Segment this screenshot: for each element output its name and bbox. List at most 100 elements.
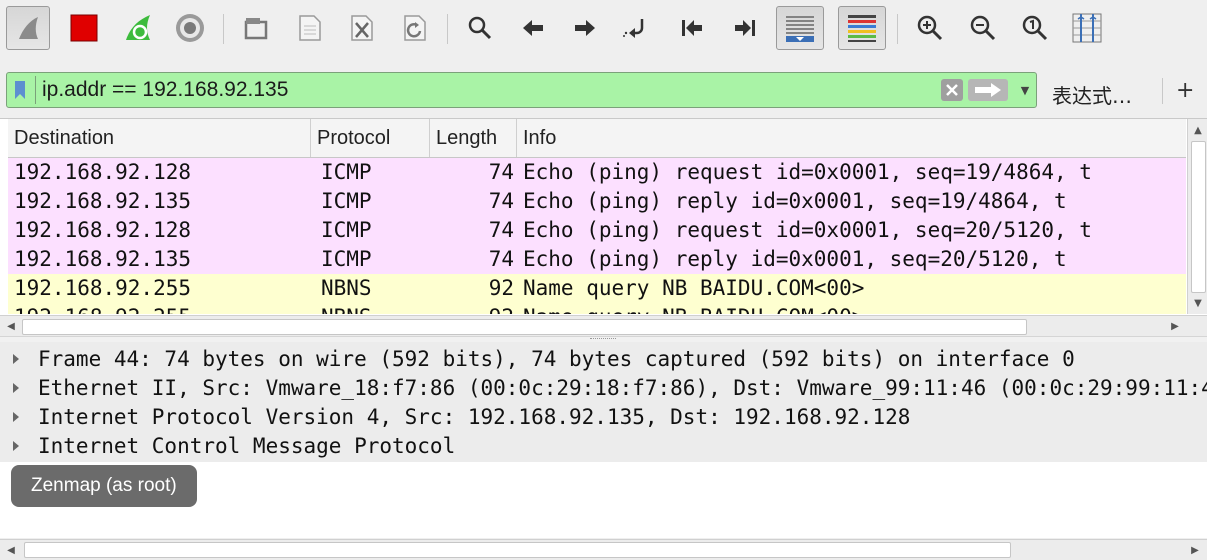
cell-info: Echo (ping) reply id=0x0001, seq=19/4864… — [523, 189, 1067, 213]
column-header-length[interactable]: Length — [430, 119, 517, 157]
cell-destination: 192.168.92.135 — [14, 189, 192, 213]
reload-icon — [404, 15, 426, 41]
scroll-left-icon[interactable]: ◀ — [2, 541, 20, 559]
table-row[interactable]: 192.168.92.128 ICMP 74 Echo (ping) reque… — [8, 158, 1186, 187]
cell-length: 92 — [488, 276, 514, 300]
scrollbar-thumb[interactable] — [1191, 141, 1206, 293]
find-packet-button[interactable] — [458, 6, 502, 50]
stop-square-icon — [70, 14, 98, 42]
bookmark-icon[interactable] — [15, 81, 25, 99]
cell-destination: 192.168.92.128 — [14, 218, 192, 242]
clear-filter-button[interactable] — [941, 79, 963, 101]
cell-info: Echo (ping) request id=0x0001, seq=20/51… — [523, 218, 1092, 242]
scroll-down-icon[interactable]: ▼ — [1189, 294, 1207, 312]
tree-item-label: Frame 44: 74 bytes on wire (592 bits), 7… — [38, 347, 1075, 371]
cell-length: 74 — [488, 247, 514, 271]
go-to-packet-icon — [623, 19, 644, 38]
colorize-icon — [848, 15, 876, 42]
zoom-out-icon — [970, 15, 996, 41]
packet-list: Destination Protocol Length Info 192.168… — [0, 118, 1207, 338]
add-filter-button[interactable]: + — [1176, 78, 1194, 103]
apply-filter-button[interactable] — [968, 79, 1008, 101]
tooltip: Zenmap (as root) — [11, 465, 197, 507]
cell-protocol: NBNS — [321, 305, 372, 314]
cell-destination: 192.168.92.255 — [14, 276, 192, 300]
zoom-in-icon — [917, 15, 943, 41]
go-forward-button[interactable] — [563, 6, 607, 50]
resize-columns-icon — [1072, 13, 1102, 43]
gear-icon — [176, 14, 204, 42]
details-horizontal-scrollbar[interactable]: ◀ ▶ — [0, 539, 1207, 560]
shark-fin-icon — [19, 17, 38, 39]
open-file-button[interactable] — [234, 6, 278, 50]
packet-details-pane: Frame 44: 74 bytes on wire (592 bits), 7… — [0, 342, 1207, 538]
scroll-left-icon[interactable]: ◀ — [2, 317, 20, 335]
toolbar-separator — [447, 14, 448, 44]
tree-item-label: Internet Control Message Protocol — [38, 434, 456, 458]
restart-fin-icon — [126, 15, 150, 40]
expand-triangle-icon[interactable] — [13, 354, 19, 364]
expression-button[interactable]: 表达式… — [1052, 80, 1132, 109]
arrow-right-icon — [575, 20, 595, 36]
packet-list-horizontal-scrollbar[interactable]: ◀ ▶ — [0, 315, 1207, 338]
toolbar-separator — [223, 14, 224, 44]
go-last-button[interactable] — [723, 6, 767, 50]
arrow-left-icon — [523, 20, 543, 36]
filter-separator — [35, 76, 36, 104]
scroll-right-icon[interactable]: ▶ — [1166, 317, 1184, 335]
go-back-button[interactable] — [511, 6, 555, 50]
splitter-grip-icon[interactable] — [590, 338, 616, 341]
expand-triangle-icon[interactable] — [13, 412, 19, 422]
table-row[interactable]: 192.168.92.128 ICMP 74 Echo (ping) reque… — [8, 216, 1186, 245]
packet-list-header: Destination Protocol Length Info — [8, 119, 1186, 158]
table-row[interactable]: 192.168.92.255 NBNS 92 Name query NB BAI… — [8, 303, 1186, 314]
cell-protocol: NBNS — [321, 276, 372, 300]
expand-triangle-icon[interactable] — [13, 441, 19, 451]
tree-item-icmp[interactable]: Internet Control Message Protocol — [0, 431, 1207, 460]
column-header-destination[interactable]: Destination — [8, 119, 311, 157]
scrollbar-thumb[interactable] — [22, 319, 1027, 335]
column-header-info[interactable]: Info — [517, 119, 1186, 157]
cell-length: 92 — [428, 305, 514, 314]
zoom-out-button[interactable] — [961, 6, 1005, 50]
cell-destination: 192.168.92.128 — [14, 160, 192, 184]
cell-protocol: ICMP — [321, 189, 372, 213]
scroll-right-icon[interactable]: ▶ — [1186, 541, 1204, 559]
scrollbar-thumb[interactable] — [24, 542, 1011, 558]
table-row[interactable]: 192.168.92.135 ICMP 74 Echo (ping) reply… — [8, 187, 1186, 216]
autoscroll-icon — [786, 16, 814, 42]
cell-protocol: ICMP — [321, 218, 372, 242]
zoom-in-button[interactable] — [908, 6, 952, 50]
save-file-button[interactable] — [288, 6, 332, 50]
reload-file-button[interactable] — [393, 6, 437, 50]
expand-triangle-icon[interactable] — [13, 383, 19, 393]
clear-icon — [946, 84, 958, 96]
close-file-button[interactable] — [340, 6, 384, 50]
scroll-up-icon[interactable]: ▲ — [1189, 121, 1207, 139]
last-packet-icon — [735, 20, 755, 36]
go-first-button[interactable] — [670, 6, 714, 50]
filter-text[interactable]: ip.addr == 192.168.92.135 — [42, 78, 288, 102]
capture-options-button[interactable] — [168, 6, 212, 50]
packet-list-vertical-scrollbar[interactable]: ▲ ▼ — [1187, 119, 1207, 314]
start-capture-button[interactable] — [6, 6, 50, 50]
open-file-icon — [244, 18, 268, 40]
toolbar-separator — [897, 14, 898, 44]
go-to-packet-button[interactable] — [615, 6, 659, 50]
resize-columns-button[interactable] — [1065, 6, 1109, 50]
filter-history-dropdown[interactable]: ▼ — [1017, 81, 1033, 99]
normal-size-button[interactable] — [1013, 6, 1057, 50]
restart-capture-button[interactable] — [116, 6, 160, 50]
colorize-button[interactable] — [838, 6, 886, 50]
autoscroll-button[interactable] — [776, 6, 824, 50]
tree-item-label: Internet Protocol Version 4, Src: 192.16… — [38, 405, 911, 429]
stop-capture-button[interactable] — [62, 6, 106, 50]
display-filter-input[interactable]: ip.addr == 192.168.92.135 ▼ — [6, 72, 1037, 108]
tree-item-ipv4[interactable]: Internet Protocol Version 4, Src: 192.16… — [0, 402, 1207, 431]
tree-item-frame[interactable]: Frame 44: 74 bytes on wire (592 bits), 7… — [0, 344, 1207, 373]
column-header-protocol[interactable]: Protocol — [311, 119, 430, 157]
close-file-icon — [351, 15, 373, 41]
tree-item-ethernet[interactable]: Ethernet II, Src: Vmware_18:f7:86 (00:0c… — [0, 373, 1207, 402]
table-row[interactable]: 192.168.92.135 ICMP 74 Echo (ping) reply… — [8, 245, 1186, 274]
table-row[interactable]: 192.168.92.255 NBNS 92 Name query NB BAI… — [8, 274, 1186, 303]
